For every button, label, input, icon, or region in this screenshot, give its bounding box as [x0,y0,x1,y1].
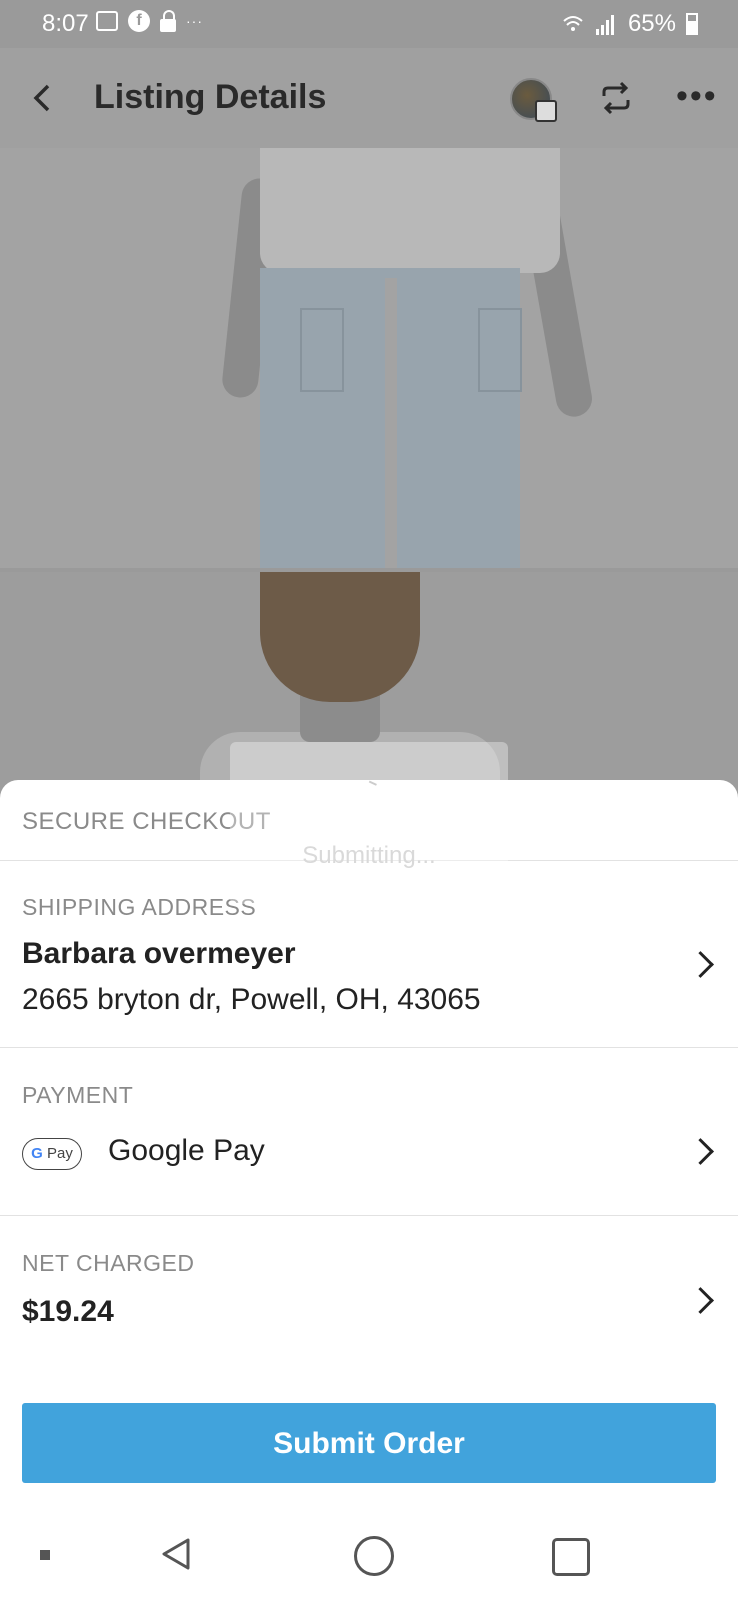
divider [0,1215,738,1216]
submitting-text: Submitting... [302,842,436,869]
chevron-right-icon [687,951,714,978]
photo-pocket-right [478,308,522,392]
chevron-right-icon [687,1287,714,1314]
nav-home-icon[interactable] [354,1536,394,1576]
back-button[interactable] [28,78,58,118]
shipping-address-row[interactable]: Barbara overmeyer 2665 bryton dr, Powell… [0,937,738,1037]
signal-icon [595,15,614,35]
net-charged-amount: $19.24 [22,1295,114,1328]
system-icons: 65% [562,10,698,38]
payment-label: PAYMENT [22,1082,134,1108]
more-options-button[interactable]: ••• [676,76,718,116]
photo-jeans-gap [385,278,397,568]
chevron-left-icon [33,84,50,112]
photo-pocket-left [300,308,344,392]
battery-percent: 65% [627,10,676,37]
gallery-icon [96,11,118,31]
chevron-right-icon [687,1138,714,1165]
photo-shirt [260,148,560,273]
recipient-name: Barbara overmeyer [22,937,296,970]
divider [0,1047,738,1048]
payment-row[interactable]: G Pay Google Pay [0,1134,738,1188]
nav-menu-dot[interactable] [40,1550,50,1560]
nav-back-icon[interactable] [158,1536,194,1572]
wifi-icon [563,16,583,31]
more-notifications: ··· [186,13,203,29]
repost-button[interactable] [596,78,636,118]
listing-photo-1[interactable] [0,148,738,568]
facebook-icon: f [128,10,150,32]
google-pay-icon: G Pay [22,1138,82,1170]
payment-method: Google Pay [108,1134,265,1167]
submitting-dialog: Submitting... [230,742,508,904]
photo-hair [260,572,420,702]
spinner-icon [367,780,377,790]
shipping-label: SHIPPING ADDRESS [22,894,257,920]
nav-recents-icon[interactable] [552,1538,590,1576]
battery-icon [686,13,698,35]
notification-icons: f ··· [96,10,203,32]
app-header: Listing Details ••• [0,48,738,148]
lock-icon [160,10,176,32]
net-charged-label: NET CHARGED [22,1250,195,1276]
recipient-address: 2665 bryton dr, Powell, OH, 43065 [22,983,481,1016]
status-bar: 8:07 f ··· 65% [0,0,738,48]
net-charged-row[interactable]: $19.24 [0,1287,738,1345]
submit-order-button[interactable]: Submit Order [22,1403,716,1483]
status-time: 8:07 [42,10,89,37]
shopping-bag-icon [535,100,557,122]
page-title: Listing Details [94,78,327,116]
system-nav-bar [0,1514,738,1599]
repost-icon [602,81,630,115]
